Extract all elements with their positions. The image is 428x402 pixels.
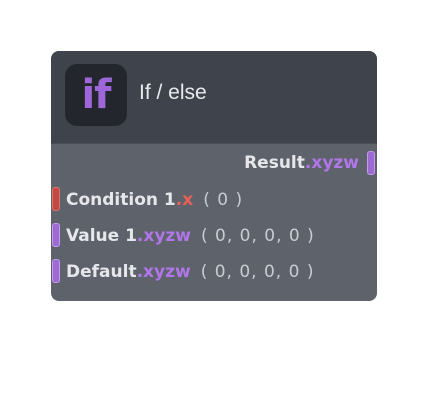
- input-label: Condition 1: [66, 190, 176, 210]
- input-port-default[interactable]: [52, 259, 60, 283]
- output-row-result: Result .xyzw: [244, 150, 359, 176]
- input-default-value[interactable]: ( 0 ): [203, 190, 243, 210]
- input-component: .xyzw: [136, 226, 192, 246]
- input-row-default: Default .xyzw ( 0, 0, 0, 0 ): [66, 259, 314, 285]
- input-default-value[interactable]: ( 0, 0, 0, 0 ): [201, 226, 315, 246]
- if-icon-text: if: [81, 72, 111, 118]
- input-port-value[interactable]: [52, 223, 60, 247]
- input-row-condition: Condition 1 .x ( 0 ): [66, 187, 243, 213]
- output-label: Result: [244, 153, 305, 173]
- if-icon: if: [65, 64, 127, 126]
- if-else-node[interactable]: if If / else Result .xyzw Condition 1 .x( …: [51, 51, 377, 301]
- input-component: .xyzw: [136, 262, 191, 282]
- output-port-result[interactable]: [367, 151, 375, 175]
- input-label: Default: [66, 262, 137, 282]
- input-default-value[interactable]: ( 0, 0, 0, 0 ): [201, 262, 315, 282]
- input-component: .x: [175, 190, 194, 210]
- node-header[interactable]: if If / else: [51, 51, 377, 143]
- header-divider: [51, 143, 377, 144]
- input-label: Value 1: [66, 226, 137, 246]
- input-row-value: Value 1 .xyzw ( 0, 0, 0, 0 ): [66, 223, 315, 249]
- input-port-condition[interactable]: [52, 187, 60, 211]
- node-title: If / else: [139, 81, 207, 104]
- output-component: .xyzw: [304, 153, 359, 173]
